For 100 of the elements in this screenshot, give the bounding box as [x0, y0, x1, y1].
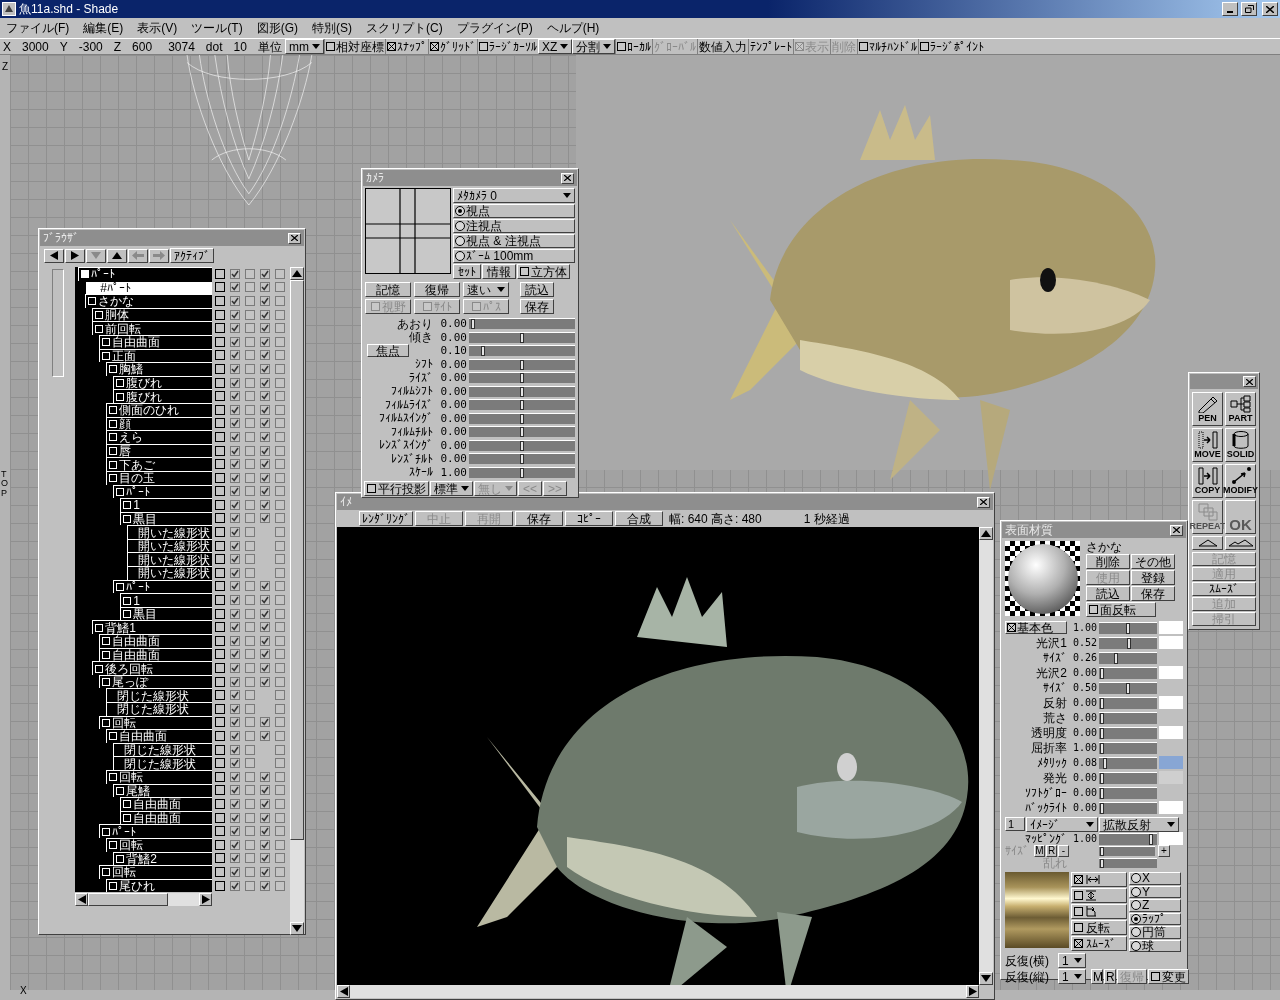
checkbox[interactable] [1074, 939, 1083, 948]
radio-option[interactable]: 球 [1129, 939, 1181, 952]
checkbox[interactable] [215, 703, 226, 714]
slider-thumb[interactable] [1100, 772, 1105, 784]
checkbox[interactable] [215, 296, 226, 306]
slider-thumb[interactable] [1100, 742, 1105, 754]
checkbox[interactable] [260, 418, 271, 429]
checkbox[interactable] [245, 635, 256, 646]
checkbox[interactable] [275, 350, 286, 361]
checkbox[interactable] [275, 880, 286, 891]
radio-option[interactable]: 円筒 [1129, 926, 1181, 939]
checkbox[interactable] [230, 486, 241, 497]
checkbox[interactable] [245, 771, 256, 782]
checkbox[interactable] [215, 567, 226, 578]
checkbox[interactable] [260, 499, 271, 510]
checkbox[interactable] [275, 676, 286, 687]
checkbox[interactable] [275, 731, 286, 741]
checkbox[interactable] [215, 866, 226, 877]
checkbox[interactable] [245, 690, 256, 701]
tree-item[interactable]: 開いた線形状 [127, 552, 213, 567]
checkbox[interactable] [260, 445, 271, 456]
checkbox[interactable] [230, 431, 241, 442]
checkbox[interactable] [230, 622, 241, 633]
menu-item[interactable]: 編集(E) [83, 22, 124, 34]
checkbox[interactable] [275, 608, 286, 619]
checkbox[interactable] [230, 731, 241, 741]
tool-button[interactable]: PART [1225, 392, 1256, 426]
checkbox[interactable] [230, 363, 241, 374]
tree-item[interactable]: 腹びれ [113, 389, 213, 403]
checkbox[interactable] [275, 785, 286, 796]
checkbox[interactable] [230, 459, 241, 470]
checkbox[interactable] [245, 350, 256, 361]
radio-option[interactable]: X [1129, 872, 1181, 885]
radio-button[interactable] [1131, 913, 1141, 924]
slider-thumb[interactable] [520, 359, 524, 370]
checkbox[interactable] [429, 42, 439, 51]
checkbox[interactable] [230, 282, 241, 293]
checkbox[interactable] [260, 622, 271, 633]
checkbox[interactable] [275, 812, 286, 823]
menu-item[interactable]: ツール(T) [191, 22, 243, 34]
slider-thumb[interactable] [520, 373, 524, 384]
slider-track[interactable] [1099, 666, 1157, 679]
slider-thumb[interactable] [1126, 682, 1130, 694]
horizontal-scrollbar[interactable] [337, 985, 979, 998]
checkbox[interactable] [260, 459, 271, 470]
dropdown[interactable]: 速い [463, 282, 509, 297]
checkbox[interactable] [215, 445, 226, 456]
checkbox[interactable] [260, 785, 271, 796]
radio-button[interactable] [1131, 900, 1141, 911]
checkbox[interactable] [230, 499, 241, 510]
slider-track[interactable] [1099, 801, 1157, 814]
checkbox[interactable] [230, 676, 241, 687]
slider-track[interactable] [1099, 681, 1157, 694]
checkbox[interactable] [230, 635, 241, 646]
slider-thumb[interactable] [481, 346, 486, 357]
nav-button[interactable] [107, 248, 127, 263]
slider-track[interactable] [1099, 696, 1157, 709]
checkbox[interactable] [275, 771, 286, 782]
radio-option[interactable]: Z [1129, 899, 1181, 912]
checkbox[interactable] [215, 731, 226, 741]
checkbox[interactable] [260, 350, 271, 361]
slider-track[interactable] [469, 466, 575, 478]
checkbox[interactable] [260, 268, 271, 279]
checkbox[interactable] [230, 268, 241, 279]
checkbox[interactable] [245, 513, 256, 524]
slider-thumb[interactable] [1127, 637, 1132, 649]
checkbox[interactable] [230, 758, 241, 769]
color-swatch[interactable] [1159, 666, 1183, 679]
checkbox[interactable] [230, 880, 241, 891]
checkbox[interactable] [275, 282, 286, 293]
vertical-scrollbar[interactable] [979, 527, 993, 985]
checkbox[interactable] [260, 771, 271, 782]
checkbox[interactable] [230, 649, 241, 660]
slider-track[interactable] [1099, 651, 1157, 664]
checkbox[interactable] [245, 812, 256, 823]
checkbox[interactable] [245, 282, 256, 293]
checkbox[interactable] [275, 513, 286, 524]
menu-item[interactable]: ヘルプ(H) [546, 22, 600, 34]
checkbox[interactable] [275, 391, 286, 402]
checkbox[interactable] [275, 635, 286, 646]
checkbox[interactable] [245, 798, 256, 809]
slider-track[interactable] [469, 385, 575, 397]
checkbox[interactable] [215, 839, 226, 850]
material-button[interactable]: 読込 [1086, 586, 1130, 601]
tree-item[interactable]: 胸鰭 [106, 362, 213, 376]
slider-thumb[interactable] [520, 454, 524, 465]
checkbox[interactable] [230, 595, 241, 606]
checkbox[interactable] [215, 758, 226, 769]
shape-button[interactable] [1192, 536, 1223, 550]
material-button[interactable]: その他 [1131, 554, 1175, 569]
menu-item[interactable]: 図形(G) [256, 22, 298, 34]
checkbox[interactable] [215, 649, 226, 660]
slider-track[interactable] [1099, 621, 1157, 634]
checkbox[interactable] [245, 663, 256, 673]
checkbox[interactable] [245, 418, 256, 429]
checkbox[interactable] [230, 785, 241, 796]
checkbox[interactable] [245, 717, 256, 728]
dropdown[interactable]: 拡散反射 [1099, 817, 1179, 832]
horizontal-scrollbar[interactable] [75, 893, 213, 907]
checkbox[interactable] [215, 771, 226, 782]
